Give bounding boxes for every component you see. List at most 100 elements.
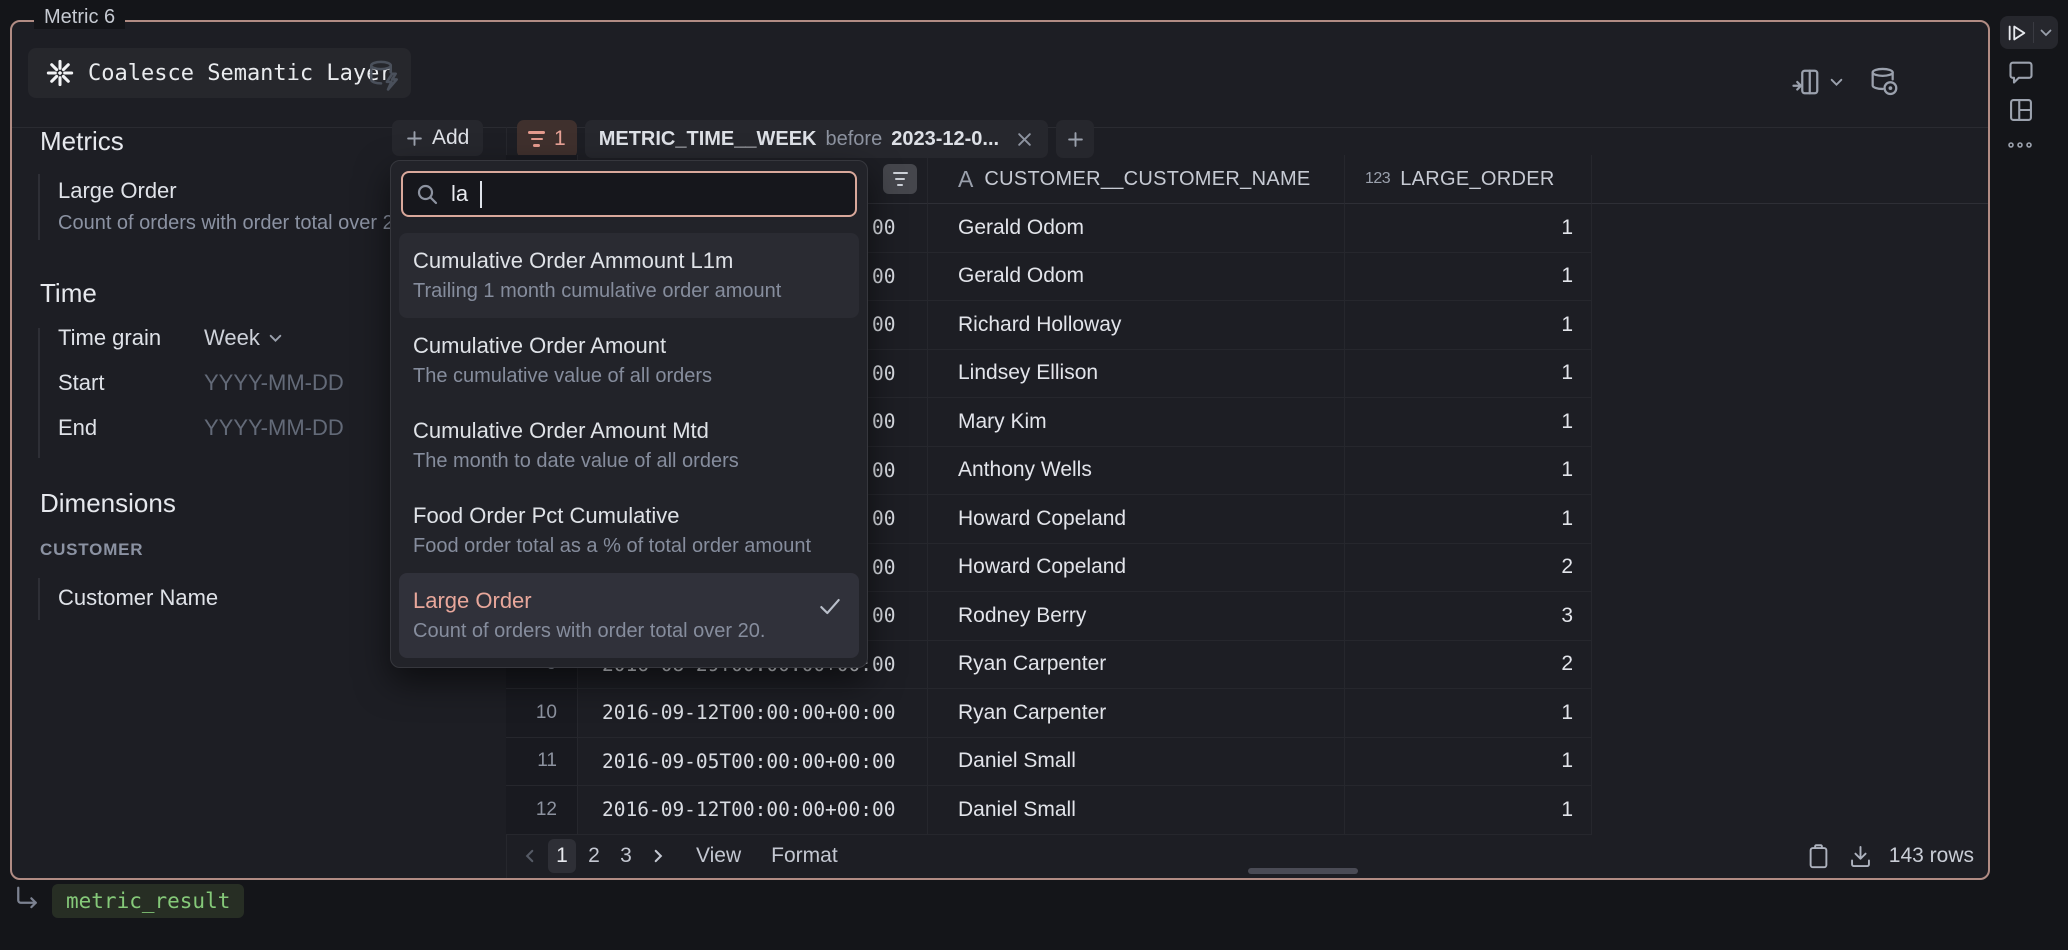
option-title: Cumulative Order Ammount L1m: [413, 248, 845, 274]
prev-page-button[interactable]: [516, 839, 544, 873]
metric-item-title[interactable]: Large Order: [58, 178, 177, 204]
cell-value[interactable]: 1: [1345, 738, 1592, 787]
output-variable-chip[interactable]: metric_result: [52, 884, 244, 918]
format-menu[interactable]: Format: [771, 844, 838, 868]
metric-option[interactable]: Cumulative Order Amount Mtd The month to…: [399, 403, 859, 488]
check-icon: [817, 593, 843, 619]
search-icon: [415, 182, 439, 206]
next-page-button[interactable]: [644, 839, 672, 873]
option-title: Cumulative Order Amount Mtd: [413, 418, 845, 444]
add-label: Add: [432, 126, 469, 150]
rows-count: 143 rows: [1889, 844, 1974, 868]
cell-value[interactable]: 2: [1345, 641, 1592, 690]
cell-customer[interactable]: Anthony Wells: [928, 447, 1345, 496]
metric-search-input[interactable]: la: [401, 171, 857, 217]
add-another-filter-button[interactable]: [1056, 120, 1094, 158]
metric-options-list: Cumulative Order Ammount L1m Trailing 1 …: [399, 233, 859, 658]
cell-empty: [1592, 786, 1988, 835]
column-filter-icon[interactable]: [883, 164, 917, 194]
cell-empty: [1592, 544, 1988, 593]
horizontal-scrollbar[interactable]: [1248, 868, 1358, 874]
cell-customer[interactable]: Lindsey Ellison: [928, 350, 1345, 399]
run-cell-button[interactable]: [2000, 16, 2058, 49]
indent-guide: [38, 578, 40, 620]
cell-customer[interactable]: Ryan Carpenter: [928, 689, 1345, 738]
cell-value[interactable]: 3: [1345, 592, 1592, 641]
add-filter-button[interactable]: Add: [392, 120, 483, 156]
cell-date[interactable]: 2016-09-05T00:00:00+00:00: [578, 738, 928, 787]
cell-value[interactable]: 2: [1345, 544, 1592, 593]
metric-option[interactable]: Cumulative Order Amount The cumulative v…: [399, 318, 859, 403]
option-description: Food order total as a % of total order a…: [413, 535, 845, 558]
cell-customer[interactable]: Rodney Berry: [928, 592, 1345, 641]
view-source-data-button[interactable]: [1868, 66, 1900, 98]
cell-value[interactable]: 1: [1345, 204, 1592, 253]
cell-value[interactable]: 1: [1345, 253, 1592, 302]
page-button-2[interactable]: 2: [580, 839, 608, 873]
indent-guide: [38, 328, 40, 458]
copy-table-icon[interactable]: [1805, 843, 1832, 870]
time-grain-select[interactable]: Week: [204, 325, 283, 351]
end-label: End: [58, 415, 204, 441]
option-description: Count of orders with order total over 20…: [413, 620, 845, 643]
cell-date[interactable]: 2016-09-12T00:00:00+00:00: [578, 786, 928, 835]
table-row: 12 2016-09-12T00:00:00+00:00 Daniel Smal…: [506, 786, 1988, 835]
chevron-left-icon: [522, 848, 538, 864]
cell-customer[interactable]: Gerald Odom: [928, 253, 1345, 302]
comment-button[interactable]: [2007, 58, 2035, 86]
end-date-input[interactable]: YYYY-MM-DD: [204, 415, 344, 441]
cell-value[interactable]: 1: [1345, 495, 1592, 544]
cell-empty: [1592, 447, 1988, 496]
database-eye-icon: [1868, 66, 1900, 98]
cell-empty: [1592, 204, 1988, 253]
cell-customer[interactable]: Gerald Odom: [928, 204, 1345, 253]
source-chip[interactable]: Coalesce Semantic Layer: [28, 48, 411, 98]
view-menu[interactable]: View: [696, 844, 741, 868]
right-rail: [1990, 0, 2068, 950]
edit-source-icon[interactable]: [366, 58, 402, 94]
remove-filter-icon[interactable]: [1015, 130, 1034, 149]
coalesce-logo-icon: [46, 59, 74, 87]
cell-value[interactable]: 1: [1345, 398, 1592, 447]
cell-customer[interactable]: Howard Copeland: [928, 495, 1345, 544]
row-number: 10: [506, 689, 578, 738]
layout-button[interactable]: [2007, 96, 2035, 124]
cell-value[interactable]: 1: [1345, 350, 1592, 399]
cell-value[interactable]: 1: [1345, 447, 1592, 496]
page-button-3[interactable]: 3: [612, 839, 640, 873]
metric-option[interactable]: Food Order Pct Cumulative Food order tot…: [399, 488, 859, 573]
row-number: 12: [506, 786, 578, 835]
download-icon[interactable]: [1847, 843, 1874, 870]
cell-customer[interactable]: Howard Copeland: [928, 544, 1345, 593]
customer-column-header[interactable]: A CUSTOMER__CUSTOMER_NAME: [928, 155, 1345, 204]
cell-value[interactable]: 1: [1345, 786, 1592, 835]
large-order-column-header[interactable]: 123 LARGE_ORDER: [1345, 155, 1592, 204]
metric-option-selected[interactable]: Large Order Count of orders with order t…: [399, 573, 859, 658]
cell-empty: [1592, 495, 1988, 544]
cell-customer[interactable]: Ryan Carpenter: [928, 641, 1345, 690]
metric-search-dropdown: la Cumulative Order Ammount L1m Trailing…: [390, 160, 868, 668]
more-options-button[interactable]: [2007, 140, 2033, 150]
cell-customer[interactable]: Mary Kim: [928, 398, 1345, 447]
plus-icon: [406, 130, 423, 147]
cell-date[interactable]: 2016-09-12T00:00:00+00:00: [578, 689, 928, 738]
filter-count: 1: [554, 127, 566, 151]
cell-empty: [1592, 592, 1988, 641]
filter-chip[interactable]: METRIC_TIME__WEEK before 2023-12-0...: [585, 120, 1048, 158]
cell-customer[interactable]: Richard Holloway: [928, 301, 1345, 350]
dimension-item[interactable]: Customer Name: [58, 585, 218, 611]
start-date-input[interactable]: YYYY-MM-DD: [204, 370, 344, 396]
cell-empty: [1592, 253, 1988, 302]
comment-icon: [2007, 58, 2035, 86]
run-options-button[interactable]: [2034, 26, 2057, 40]
cell-value[interactable]: 1: [1345, 689, 1592, 738]
cell-value[interactable]: 1: [1345, 301, 1592, 350]
cell-customer[interactable]: Daniel Small: [928, 786, 1345, 835]
insert-table-button[interactable]: [1791, 67, 1844, 97]
metric-option[interactable]: Cumulative Order Ammount L1m Trailing 1 …: [399, 233, 859, 318]
insert-table-icon: [1791, 67, 1821, 97]
filter-count-chip[interactable]: 1: [517, 120, 577, 158]
dimensions-heading: Dimensions: [40, 488, 176, 519]
cell-customer[interactable]: Daniel Small: [928, 738, 1345, 787]
page-button-1[interactable]: 1: [548, 839, 576, 873]
